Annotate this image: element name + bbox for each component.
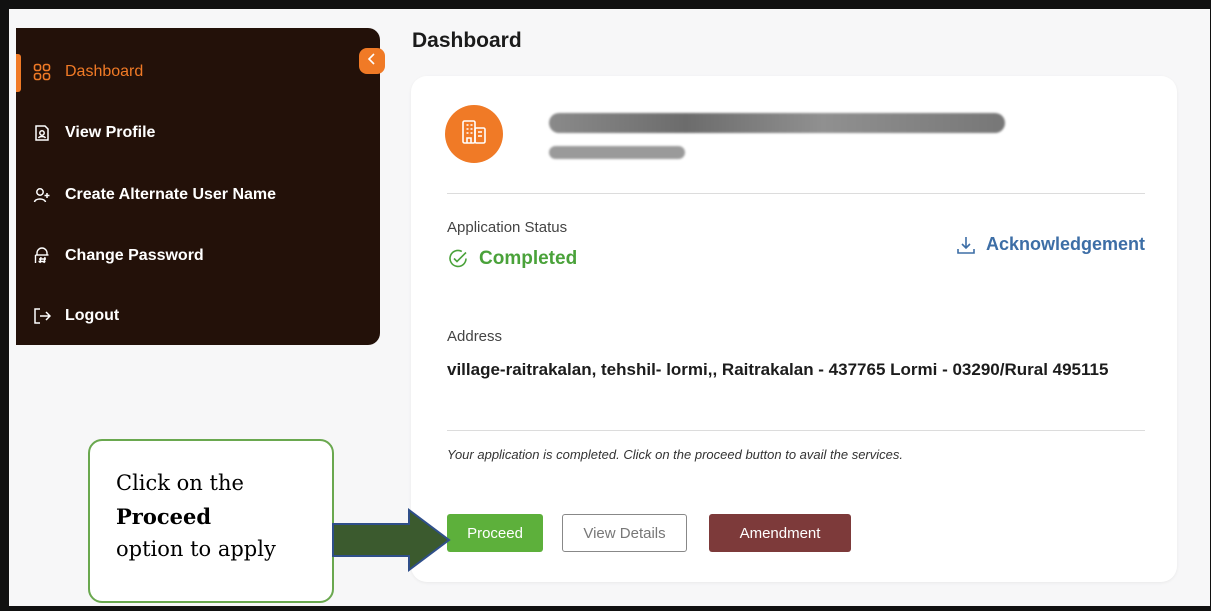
screenshot-frame: Dashboard View Profile Create Alternate … [0, 0, 1211, 611]
redacted-name [549, 113, 1005, 133]
profile-icon [33, 124, 51, 142]
add-user-icon [33, 186, 51, 204]
lock-hash-icon [33, 247, 51, 265]
callout-line-1: Click on the [116, 471, 244, 495]
logout-icon [33, 307, 51, 325]
sidebar-item-label: Change Password [65, 247, 204, 264]
amendment-button[interactable]: Amendment [709, 514, 851, 552]
avatar [445, 105, 503, 163]
sidebar-item-label: Dashboard [65, 63, 144, 80]
redacted-subtitle [549, 146, 685, 159]
instruction-callout: Click on the Proceed option to apply [88, 439, 334, 603]
application-status-label: Application Status [447, 219, 568, 236]
address-value: village-raitrakalan, tehshil- lormi,, Ra… [447, 360, 1109, 379]
sidebar: Dashboard View Profile Create Alternate … [16, 28, 385, 345]
building-icon [461, 119, 487, 150]
grid-icon [33, 63, 51, 81]
callout-line-2: Proceed [116, 504, 212, 529]
view-details-button[interactable]: View Details [562, 514, 687, 552]
status-note: Your application is completed. Click on … [447, 447, 903, 462]
status-value: Completed [479, 248, 578, 269]
sidebar-item-create-alternate-user-name[interactable]: Create Alternate User Name [16, 175, 380, 215]
proceed-button[interactable]: Proceed [447, 514, 543, 552]
callout-line-3: option to apply [116, 537, 276, 561]
chevron-left-icon [367, 52, 377, 70]
divider [447, 430, 1145, 431]
divider [447, 193, 1145, 194]
sidebar-item-label: View Profile [65, 124, 156, 141]
sidebar-collapse-button[interactable] [359, 48, 385, 74]
sidebar-item-logout[interactable]: Logout [16, 296, 380, 336]
sidebar-item-label: Create Alternate User Name [65, 186, 277, 203]
address-label: Address [447, 328, 503, 345]
sidebar-item-label: Logout [65, 307, 120, 324]
acknowledgement-link[interactable]: Acknowledgement [956, 234, 1145, 255]
page-title: Dashboard [412, 29, 522, 52]
status-badge: Completed [447, 248, 577, 270]
check-circle-icon [447, 248, 469, 270]
sidebar-item-view-profile[interactable]: View Profile [16, 113, 380, 153]
acknowledgement-label: Acknowledgement [985, 234, 1145, 254]
sidebar-item-change-password[interactable]: Change Password [16, 236, 380, 276]
sidebar-item-dashboard[interactable]: Dashboard [16, 52, 380, 92]
application-card: Application Status Completed Acknowledge… [411, 76, 1177, 582]
download-icon [956, 235, 976, 255]
arrow-right-icon [332, 508, 451, 572]
